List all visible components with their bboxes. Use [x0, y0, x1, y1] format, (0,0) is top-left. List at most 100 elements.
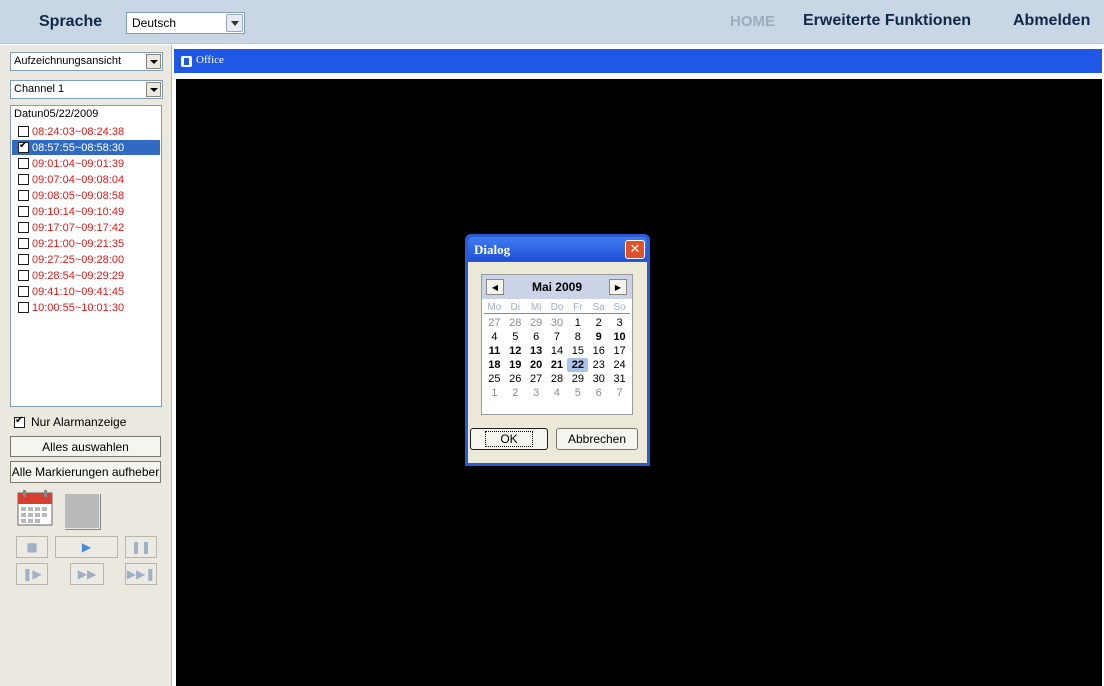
calendar-day[interactable]: 8 — [567, 330, 588, 344]
calendar-day[interactable]: 9 — [588, 330, 609, 344]
recording-item[interactable]: 09:08:05~09:08:58 — [12, 188, 160, 203]
recording-item[interactable]: 09:27:25~09:28:00 — [12, 252, 160, 267]
alarm-only-checkbox[interactable] — [14, 415, 25, 428]
calendar-day[interactable]: 26 — [505, 372, 526, 386]
recording-item[interactable]: 09:17:07~09:17:42 — [12, 220, 160, 235]
language-select[interactable]: Deutsch — [126, 12, 245, 34]
calendar-day[interactable]: 14 — [547, 344, 568, 358]
calendar-day[interactable]: 17 — [609, 344, 630, 358]
calendar-day[interactable]: 20 — [526, 358, 547, 372]
pause-button[interactable]: ❚❚ — [125, 536, 157, 558]
calendar-day[interactable]: 15 — [567, 344, 588, 358]
stop-button[interactable]: ■ — [16, 536, 48, 558]
calendar-day[interactable]: 3 — [526, 386, 547, 400]
calendar-day[interactable]: 21 — [547, 358, 568, 372]
recording-item[interactable]: 09:28:54~09:29:29 — [12, 268, 160, 283]
record-checkbox[interactable] — [18, 174, 29, 185]
record-checkbox[interactable] — [18, 158, 29, 169]
record-checkbox[interactable] — [18, 190, 29, 201]
nav-home-link[interactable]: HOME — [730, 13, 775, 30]
record-checkbox[interactable] — [18, 126, 29, 137]
calendar-day[interactable]: 27 — [484, 316, 505, 330]
calendar-day[interactable]: 23 — [588, 358, 609, 372]
calendar-day[interactable]: 1 — [567, 316, 588, 330]
dialog-title-bar[interactable]: Dialog ✕ — [468, 237, 647, 261]
calendar-day[interactable]: 4 — [484, 330, 505, 344]
calendar-day[interactable]: 13 — [526, 344, 547, 358]
calendar-day[interactable]: 25 — [484, 372, 505, 386]
nav-advanced-link[interactable]: Erweiterte Funktionen — [803, 12, 971, 30]
next-button[interactable]: ▶▶❚ — [125, 563, 157, 585]
close-button[interactable]: ✕ — [625, 240, 645, 259]
view-mode-select[interactable]: Aufzeichnungsansicht — [10, 52, 163, 71]
calendar-day[interactable]: 28 — [505, 316, 526, 330]
calendar-day[interactable]: 7 — [609, 386, 630, 400]
step-icon: ❚▶ — [22, 567, 42, 581]
next-month-button[interactable]: ▶ — [609, 279, 627, 295]
record-checkbox[interactable] — [18, 254, 29, 265]
ok-button[interactable]: OK — [470, 428, 548, 450]
select-all-button[interactable]: Alles auswahlen — [10, 436, 161, 457]
channel-select[interactable]: Channel 1 — [10, 80, 163, 99]
calendar-day[interactable]: 30 — [547, 316, 568, 330]
record-checkbox[interactable] — [18, 222, 29, 233]
chevron-down-icon[interactable] — [226, 14, 243, 32]
calendar-day[interactable]: 12 — [505, 344, 526, 358]
calendar-day[interactable]: 11 — [484, 344, 505, 358]
weekday-label: So — [613, 302, 626, 313]
recording-list[interactable]: Datun05/22/2009 08:24:03~08:24:38 08:57:… — [10, 105, 162, 407]
recording-item[interactable]: 09:21:00~09:21:35 — [12, 236, 160, 251]
calendar-day[interactable]: 4 — [547, 386, 568, 400]
step-button[interactable]: ❚▶ — [16, 563, 48, 585]
record-checkbox[interactable] — [18, 286, 29, 297]
calendar-day[interactable]: 1 — [484, 386, 505, 400]
calendar-day[interactable]: 19 — [505, 358, 526, 372]
calendar-day[interactable]: 24 — [609, 358, 630, 372]
record-checkbox[interactable] — [18, 270, 29, 281]
recording-item[interactable]: 09:41:10~09:41:45 — [12, 284, 160, 299]
record-checkbox[interactable] — [18, 206, 29, 217]
record-time: 09:28:54~09:29:29 — [32, 269, 125, 282]
dialog-body: ◀ Mai 2009 ▶ Mo Di Mi Do Fr Sa So 27 28 … — [468, 262, 647, 463]
calendar-day[interactable]: 31 — [609, 372, 630, 386]
calendar-day[interactable]: 16 — [588, 344, 609, 358]
calendar-day-selected[interactable]: 22 — [567, 358, 589, 372]
nav-logout-link[interactable]: Abmelden — [1013, 12, 1090, 30]
clear-marks-button[interactable]: Alle Markierungen aufheber — [10, 461, 161, 483]
recording-item[interactable]: 09:07:04~09:08:04 — [12, 172, 160, 187]
calendar-day[interactable]: 27 — [526, 372, 547, 386]
snapshot-button[interactable] — [64, 493, 100, 529]
calendar-day[interactable]: 10 — [609, 330, 630, 344]
alarm-only-toggle[interactable]: Nur Alarmanzeige — [14, 415, 126, 429]
camera-title-bar: Office — [174, 49, 1102, 75]
calendar-day[interactable]: 30 — [588, 372, 609, 386]
chevron-down-icon[interactable] — [146, 54, 161, 69]
month-calendar[interactable]: ◀ Mai 2009 ▶ Mo Di Mi Do Fr Sa So 27 28 … — [481, 274, 633, 415]
calendar-day[interactable]: 2 — [588, 316, 609, 330]
fast-forward-button[interactable]: ▶▶ — [70, 563, 104, 585]
recording-item-selected[interactable]: 08:57:55~08:58:30 — [12, 140, 160, 155]
play-button[interactable]: ▶ — [55, 536, 118, 558]
calendar-day[interactable]: 29 — [526, 316, 547, 330]
recording-item[interactable]: 09:10:14~09:10:49 — [12, 204, 160, 219]
chevron-down-icon[interactable] — [146, 82, 161, 97]
calendar-day[interactable]: 28 — [547, 372, 568, 386]
record-checkbox[interactable] — [18, 302, 29, 313]
calendar-day[interactable]: 7 — [547, 330, 568, 344]
calendar-day[interactable]: 5 — [567, 386, 588, 400]
calendar-day[interactable]: 6 — [526, 330, 547, 344]
record-time: 09:17:07~09:17:42 — [32, 221, 125, 234]
record-checkbox[interactable] — [18, 140, 29, 153]
record-checkbox[interactable] — [18, 238, 29, 249]
calendar-day[interactable]: 6 — [588, 386, 609, 400]
calendar-day[interactable]: 29 — [567, 372, 588, 386]
calendar-day[interactable]: 18 — [484, 358, 505, 372]
calendar-day[interactable]: 3 — [609, 316, 630, 330]
calendar-day[interactable]: 2 — [505, 386, 526, 400]
recording-item[interactable]: 09:01:04~09:01:39 — [12, 156, 160, 171]
calendar-day[interactable]: 5 — [505, 330, 526, 344]
recording-item[interactable]: 10:00:55~10:01:30 — [12, 300, 160, 315]
cancel-button[interactable]: Abbrechen — [556, 428, 638, 450]
calendar-icon[interactable] — [16, 489, 54, 527]
recording-item[interactable]: 08:24:03~08:24:38 — [12, 124, 160, 139]
